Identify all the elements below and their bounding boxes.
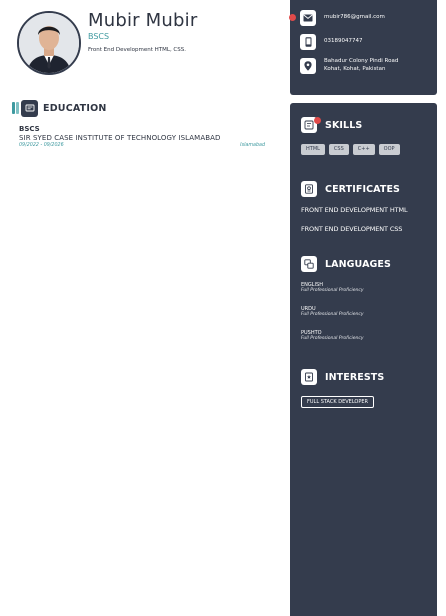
language-level: Full Professional Proficiency (301, 336, 364, 341)
interests-title: INTERESTS (325, 371, 385, 383)
profile-degree: BSCS (88, 32, 110, 41)
graduation-icon (21, 99, 38, 117)
certificates-title: CERTIFICATES (325, 183, 400, 195)
education-degree: BSCS (19, 125, 40, 133)
contact-phone-row[interactable]: 03189047747 (300, 34, 363, 50)
language-item: URDU Full Professional Proficiency (301, 306, 364, 317)
education-meta: 09/2022 - 09/2026 Islamabad (19, 143, 265, 148)
skill-chip: CSS (328, 144, 349, 155)
language-level: Full Professional Proficiency (301, 312, 364, 317)
contact-phone[interactable]: 03189047747 (324, 38, 363, 46)
skill-chip: OOP (378, 144, 400, 155)
profile-name: Mubir Mubir (88, 10, 198, 31)
education-dates: 09/2022 - 09/2026 (19, 143, 64, 148)
contact-email[interactable]: mubir786@gmail.com (324, 14, 385, 22)
skill-chip: C++ (352, 144, 375, 155)
education-location: Islamabad (240, 143, 265, 148)
education-header: EDUCATION (12, 99, 107, 117)
contact-address: Bahadur Colony Pindi Road Kohat, Kohat, … (324, 58, 398, 73)
profile-photo (17, 11, 81, 75)
sidebar-panel (290, 103, 437, 616)
contact-address-row: Bahadur Colony Pindi Road Kohat, Kohat, … (300, 58, 398, 74)
envelope-icon (300, 10, 316, 26)
address-line-1: Bahadur Colony Pindi Road (324, 58, 399, 65)
skills-header: SKILLS (301, 117, 362, 133)
language-level: Full Professional Proficiency (301, 288, 364, 293)
certificate-item: FRONT END DEVELOPMENT CSS (301, 225, 403, 233)
language-icon (301, 256, 317, 272)
certificates-header: CERTIFICATES (301, 181, 400, 197)
contact-email-row[interactable]: mubir786@gmail.com (300, 10, 385, 26)
education-school: SIR SYED CASE INSTITUTE OF TECHNOLOGY IS… (19, 134, 221, 142)
interests-header: INTERESTS (301, 369, 384, 385)
interest-chip: FULL STACK DEVELOPER (301, 396, 375, 408)
address-line-2: Kohat, Kohat, Pakistan (324, 66, 386, 72)
profile-summary: Front End Development HTML, CSS. (88, 47, 187, 53)
languages-title: LANGUAGES (325, 258, 391, 270)
skills-title: SKILLS (325, 119, 363, 131)
section-accent-bars (12, 102, 19, 114)
notification-dot (314, 117, 321, 124)
location-pin-icon (300, 58, 316, 74)
skills-icon (301, 117, 321, 133)
language-item: PUSHTO Full Professional Proficiency (301, 330, 364, 341)
phone-icon (300, 34, 316, 50)
notification-dot (289, 14, 296, 21)
languages-header: LANGUAGES (301, 256, 391, 272)
language-item: ENGLISH Full Professional Proficiency (301, 282, 364, 293)
education-entry: BSCS SIR SYED CASE INSTITUTE OF TECHNOLO… (19, 125, 265, 148)
certificate-item: FRONT END DEVELOPMENT HTML (301, 206, 408, 214)
skills-list: HTML CSS C++ OOP (301, 144, 400, 155)
education-title: EDUCATION (43, 102, 107, 114)
skill-chip: HTML (301, 144, 325, 155)
certificate-icon (301, 181, 317, 197)
interest-icon (301, 369, 317, 385)
